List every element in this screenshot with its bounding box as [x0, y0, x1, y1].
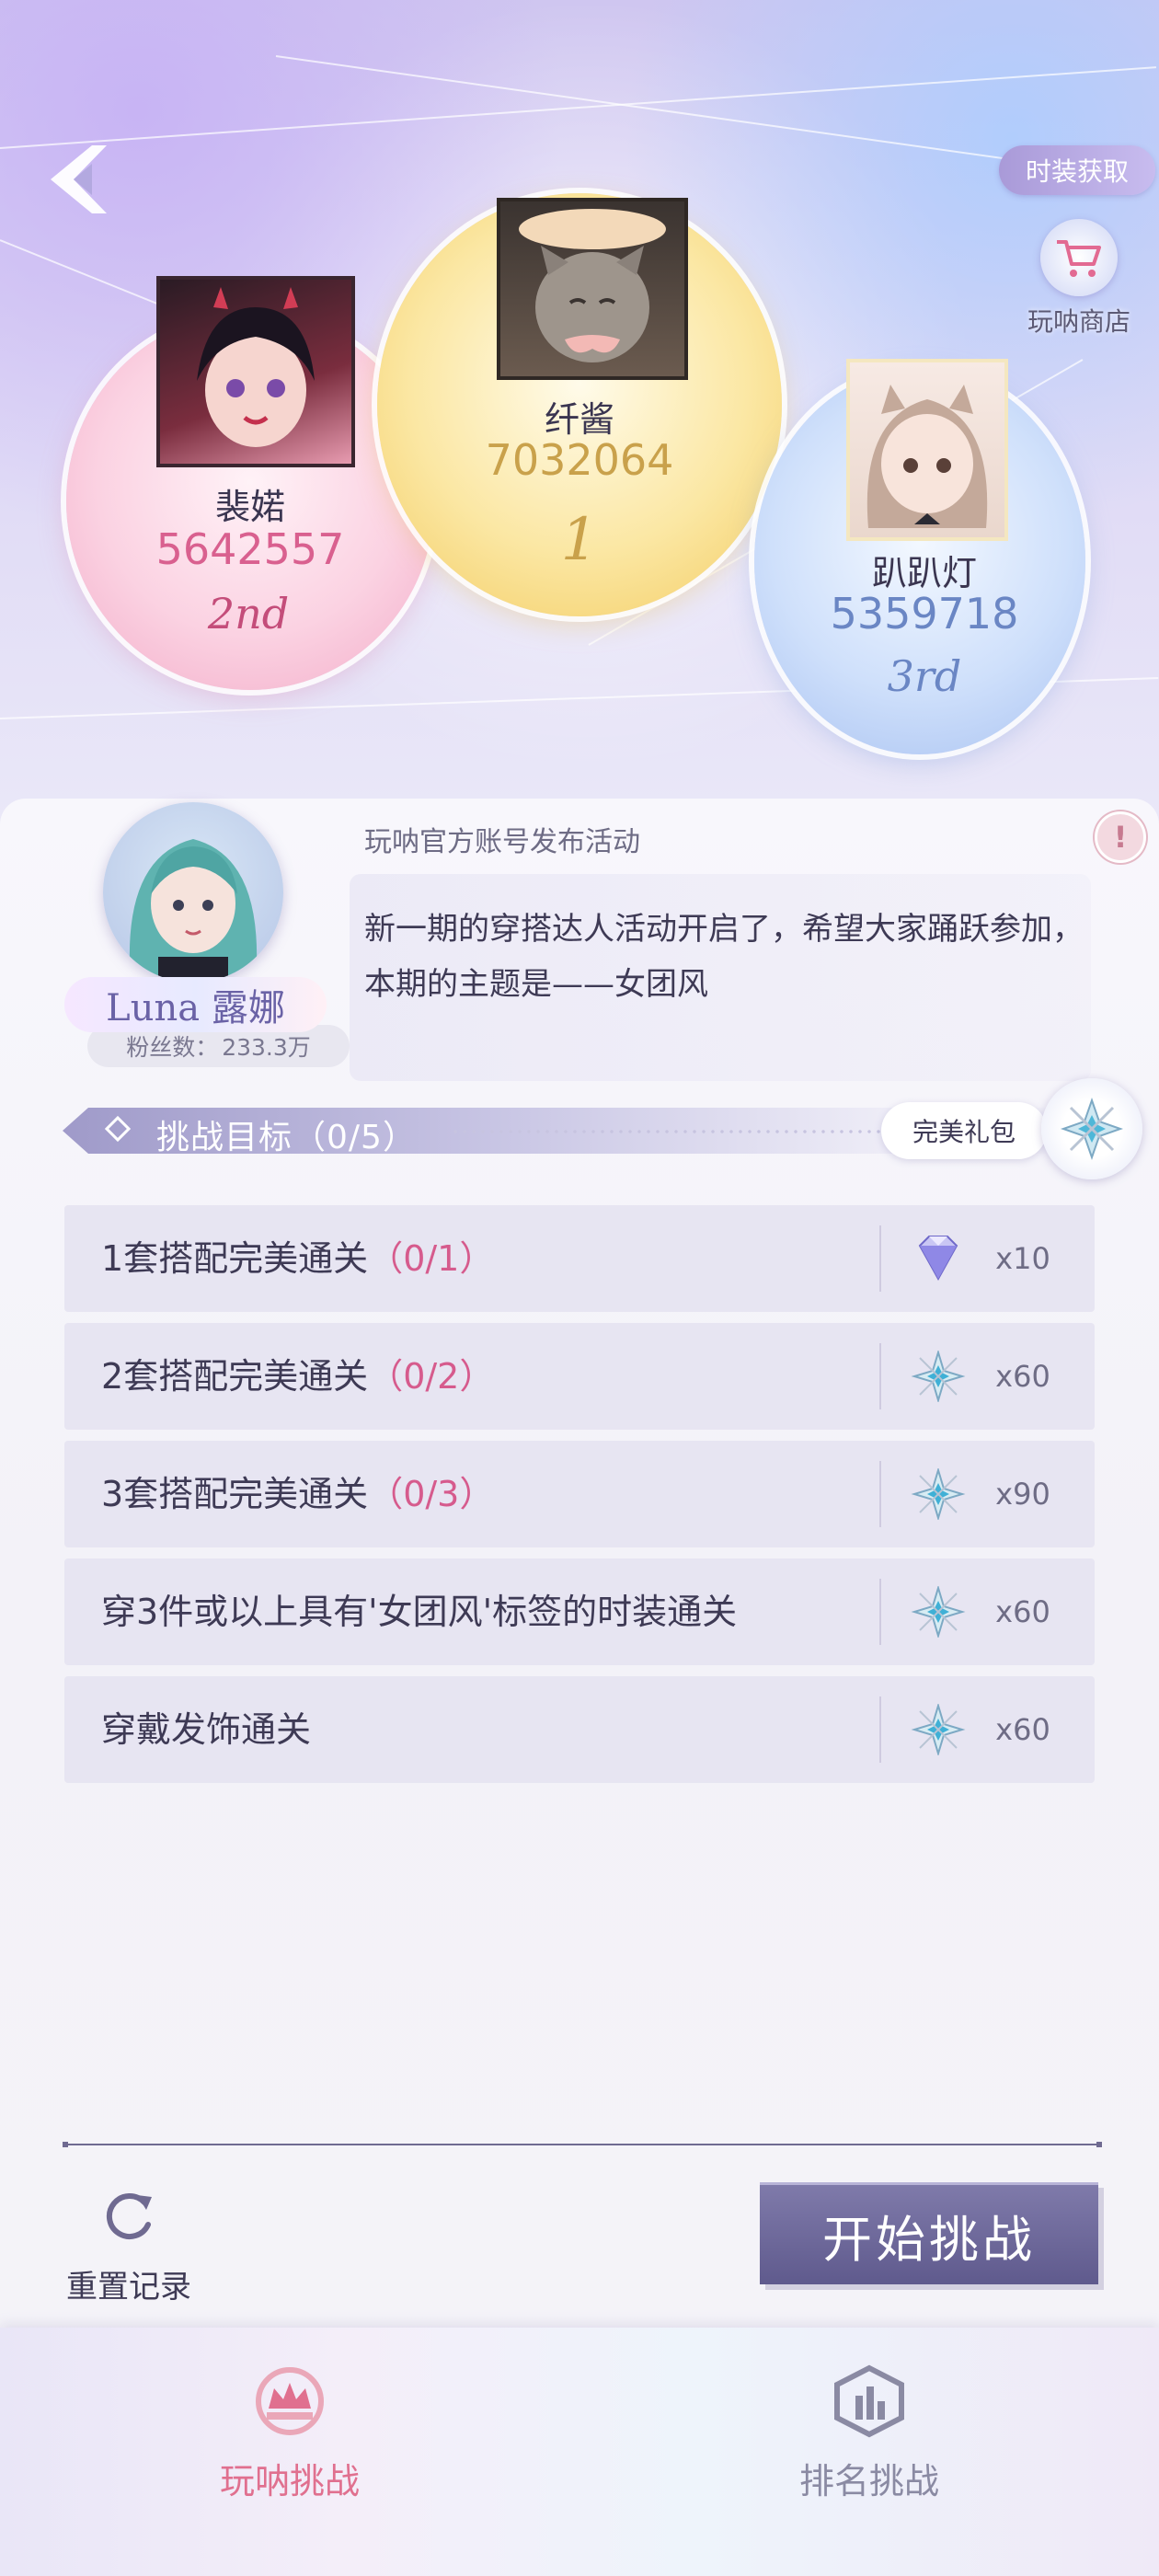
challenge-title: 挑战目标（0/5） — [156, 1119, 417, 1156]
task-text: 1套搭配完美通关（0/1） — [101, 1205, 494, 1312]
task-row: 2套搭配完美通关（0/2） x60 — [64, 1323, 1095, 1430]
task-separator — [879, 1343, 881, 1409]
task-text: 穿戴发饰通关 — [101, 1676, 311, 1783]
diamond-icon[interactable] — [911, 1233, 966, 1284]
task-separator — [879, 1225, 881, 1292]
dotted-divider — [451, 1130, 883, 1133]
task-label: 穿3件或以上具有'女团风'标签的时装通关 — [101, 1592, 738, 1632]
divider-end-dot — [63, 2142, 68, 2147]
divider-end-dot — [1096, 2142, 1102, 2147]
reward-count: x10 — [995, 1241, 1050, 1276]
reset-record-label: 重置记录 — [66, 2269, 191, 2306]
task-row: 3套搭配完美通关（0/3） x90 — [64, 1441, 1095, 1547]
shopping-cart-icon — [1040, 219, 1118, 296]
star-crystal-icon[interactable] — [1041, 1078, 1142, 1179]
ranking-shield-icon — [834, 2364, 904, 2438]
host-avatar[interactable] — [103, 802, 283, 983]
shop-button[interactable]: 玩呐商店 — [1010, 219, 1148, 357]
task-progress: （0/1） — [368, 1238, 495, 1279]
task-label: 2套搭配完美通关 — [101, 1356, 369, 1397]
reward-count: x60 — [995, 1712, 1050, 1747]
fans-value: 233.3万 — [222, 1034, 311, 1061]
rank-1-number: 1 — [560, 506, 599, 574]
star-crystal-icon[interactable] — [911, 1466, 966, 1522]
rank-3-name: 趴趴灯 — [871, 553, 977, 593]
task-label: 3套搭配完美通关 — [101, 1474, 369, 1514]
refresh-icon — [106, 2193, 152, 2239]
tab-label: 玩呐挑战 — [219, 2461, 360, 2501]
activity-source: 玩呐官方账号发布活动 — [364, 826, 640, 858]
star-crystal-icon[interactable] — [911, 1349, 966, 1404]
info-exclamation-icon[interactable]: ! — [1095, 811, 1146, 863]
bottom-divider — [64, 2144, 1100, 2145]
tab-ranking-challenge[interactable]: 排名挑战 — [731, 2364, 1007, 2530]
rank-1-score: 7032064 — [485, 435, 674, 485]
rank-1-avatar — [497, 198, 688, 380]
fans-label: 粉丝数： — [126, 1034, 219, 1061]
star-crystal-icon[interactable] — [911, 1702, 966, 1757]
shop-label: 玩呐商店 — [1027, 306, 1130, 337]
reward-count: x60 — [995, 1594, 1050, 1629]
rank-3-score: 5359718 — [830, 589, 1019, 638]
task-text: 穿3件或以上具有'女团风'标签的时装通关 — [101, 1558, 737, 1665]
rank-2-score: 5642557 — [155, 524, 345, 574]
rank-2-avatar — [156, 276, 355, 467]
start-challenge-button[interactable]: 开始挑战 — [760, 2182, 1098, 2284]
tab-wanna-challenge[interactable]: 玩呐挑战 — [152, 2364, 428, 2530]
task-text: 2套搭配完美通关（0/2） — [101, 1323, 494, 1430]
task-row: 穿3件或以上具有'女团风'标签的时装通关 x60 — [64, 1558, 1095, 1665]
task-label: 1套搭配完美通关 — [101, 1238, 369, 1279]
back-arrow-icon — [51, 145, 107, 213]
host-name: Luna 露娜 — [64, 977, 327, 1032]
task-separator — [879, 1461, 881, 1527]
task-separator — [879, 1696, 881, 1763]
reset-record-button[interactable]: 重置记录 — [55, 2184, 202, 2306]
back-button[interactable] — [37, 138, 138, 239]
task-label: 穿戴发饰通关 — [101, 1709, 312, 1750]
rank-2-name: 裴婼 — [214, 487, 285, 527]
rank-3-number: 3rd — [887, 651, 962, 701]
reward-count: x60 — [995, 1359, 1050, 1394]
perfect-gift-button[interactable]: 完美礼包 — [881, 1102, 1047, 1159]
tab-label: 排名挑战 — [798, 2461, 939, 2501]
rank-2-number: 2nd — [207, 589, 290, 638]
activity-description: 新一期的穿搭达人活动开启了，希望大家踊跃参加，本期的主题是——女团风 — [364, 911, 1084, 1003]
task-progress: （0/3） — [368, 1474, 495, 1514]
star-crystal-icon[interactable] — [911, 1584, 966, 1639]
task-separator — [879, 1579, 881, 1645]
task-row: 穿戴发饰通关 x60 — [64, 1676, 1095, 1783]
task-row: 1套搭配完美通关（0/1） x10 — [64, 1205, 1095, 1312]
rank-3-avatar — [846, 359, 1008, 541]
reward-count: x90 — [995, 1477, 1050, 1512]
fashion-acquire-button[interactable]: 时装获取 — [999, 145, 1155, 195]
crown-badge-icon — [256, 2367, 324, 2435]
rank-1-name: 纤酱 — [544, 399, 614, 440]
task-text: 3套搭配完美通关（0/3） — [101, 1441, 494, 1547]
task-progress: （0/2） — [368, 1356, 495, 1397]
